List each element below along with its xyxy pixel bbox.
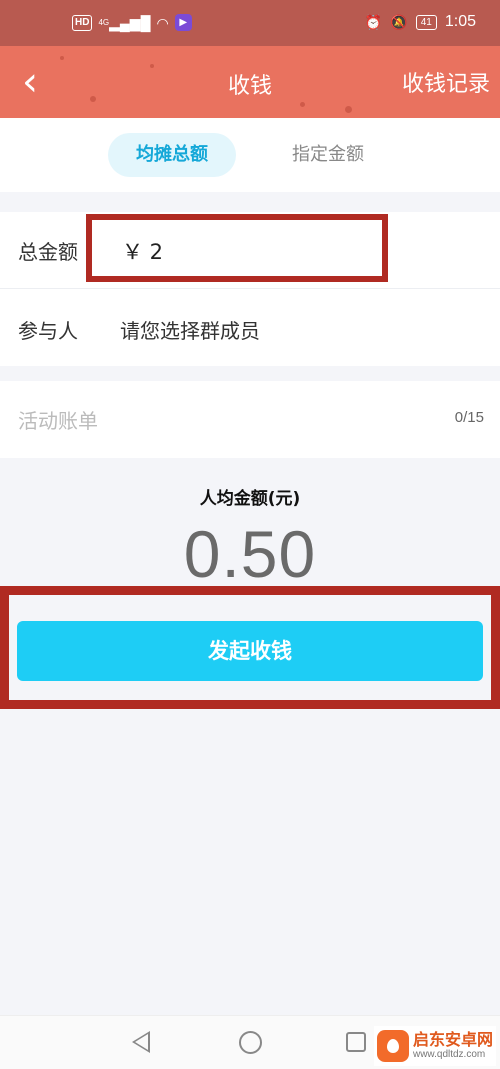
tab-split-total[interactable]: 均摊总额 [108,133,236,177]
participants-row[interactable]: 参与人 请您选择群成员 [0,288,500,366]
texture-dot [60,56,64,60]
alarm-icon: ⏰ [364,14,383,30]
status-icons-right: ⏰ 🔕 41 1:05 [365,13,476,31]
record-link[interactable]: 收钱记录 [402,66,490,98]
status-icons-left: HD 4G▂▄▆█ ◠ ▶ [72,14,192,31]
texture-dot [345,106,352,113]
char-counter: 0/15 [454,409,484,426]
app-notification-icon: ▶ [174,14,192,31]
recent-apps-icon[interactable] [346,1032,366,1052]
watermark-logo-icon [376,1030,409,1062]
home-circle-icon[interactable] [239,1031,262,1054]
status-bar: HD 4G▂▄▆█ ◠ ▶ ⏰ 🔕 41 1:05 [0,0,500,46]
tab-specified-amount[interactable]: 指定金额 [268,133,388,177]
activity-bill-row[interactable]: 活动账单 0/15 [0,381,500,458]
mute-icon: 🔕 [390,14,408,30]
battery-icon: 41 [415,14,437,30]
amount-label: 总金额 [18,240,78,264]
participants-selector[interactable]: 请您选择群成员 [120,315,260,344]
participants-label: 参与人 [18,319,78,343]
hd-indicator: HD [72,14,93,31]
start-collect-button[interactable]: 发起收钱 [17,621,483,681]
per-person-amount: 0.50 [183,517,317,591]
texture-dot [300,102,305,107]
wifi-icon: ◠ [156,14,169,31]
nav-bar: ‹ 收钱 收钱记录 [0,46,500,118]
watermark-url: www.qdltdz.com [412,1049,486,1060]
clock: 1:05 [444,13,476,30]
tab-bar: 均摊总额 指定金额 [0,118,500,192]
back-triangle-icon[interactable] [132,1031,150,1053]
per-person-label: 人均金额(元) [199,489,301,509]
annotation-highlight-amount [86,214,388,282]
watermark-name: 启东安卓网 [412,1030,493,1049]
signal-icon: 4G▂▄▆█ [98,14,151,31]
site-watermark: 启东安卓网 www.qdltdz.com [373,1026,496,1066]
activity-bill-input[interactable]: 活动账单 [18,405,98,434]
